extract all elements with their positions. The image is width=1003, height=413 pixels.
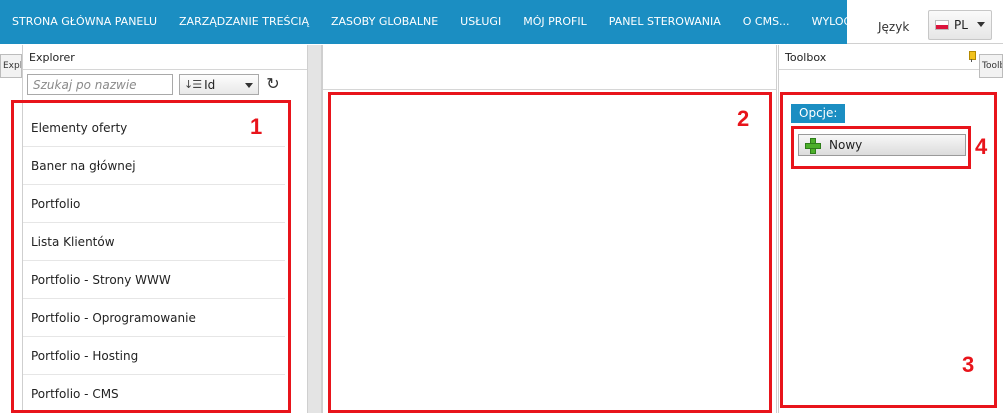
nav-content-management[interactable]: ZARZĄDZANIE TREŚCIĄ — [168, 0, 320, 44]
toolbox-collapsed-tab[interactable]: Toolb — [979, 54, 1003, 78]
annotation-box-1 — [11, 100, 291, 413]
nav-services[interactable]: USŁUGI — [449, 0, 512, 44]
annotation-box-2 — [328, 92, 772, 413]
refresh-icon[interactable]: ↻ — [264, 75, 282, 93]
sort-icon: ↓☰ — [184, 78, 202, 91]
content-header — [323, 45, 776, 90]
language-area: Język PL — [847, 0, 1003, 44]
annotation-number-1: 1 — [250, 114, 263, 139]
nav-global-resources[interactable]: ZASOBY GLOBALNE — [320, 0, 449, 44]
annotation-number-3: 3 — [962, 352, 975, 377]
explorer-header: Explorer — [23, 45, 320, 70]
language-select[interactable]: PL — [928, 10, 992, 40]
pin-icon[interactable] — [968, 51, 976, 62]
language-label: Język — [878, 20, 910, 34]
chevron-down-icon — [977, 22, 985, 27]
toolbox-header: Toolbox — [779, 45, 979, 70]
nav-panel-home[interactable]: STRONA GŁÓWNA PANELU — [0, 0, 168, 44]
nav-about-cms[interactable]: O CMS... — [732, 0, 801, 44]
top-navigation: STRONA GŁÓWNA PANELU ZARZĄDZANIE TREŚCIĄ… — [0, 0, 874, 44]
nav-control-panel[interactable]: PANEL STEROWANIA — [598, 0, 732, 44]
language-value: PL — [954, 18, 968, 32]
poland-flag-icon — [935, 20, 949, 30]
toolbox-title: Toolbox — [785, 51, 827, 64]
explorer-title: Explorer — [29, 51, 75, 64]
search-input[interactable] — [27, 74, 173, 95]
explorer-collapsed-tab[interactable]: Explo — [0, 54, 22, 78]
sort-select[interactable]: ↓☰ Id — [179, 74, 259, 95]
sort-value: Id — [204, 77, 216, 92]
annotation-box-4 — [791, 126, 971, 169]
panel-splitter[interactable] — [307, 45, 322, 413]
annotation-number-4: 4 — [975, 134, 988, 159]
annotation-number-2: 2 — [737, 106, 750, 131]
nav-my-profile[interactable]: MÓJ PROFIL — [512, 0, 598, 44]
chevron-down-icon — [245, 83, 253, 88]
